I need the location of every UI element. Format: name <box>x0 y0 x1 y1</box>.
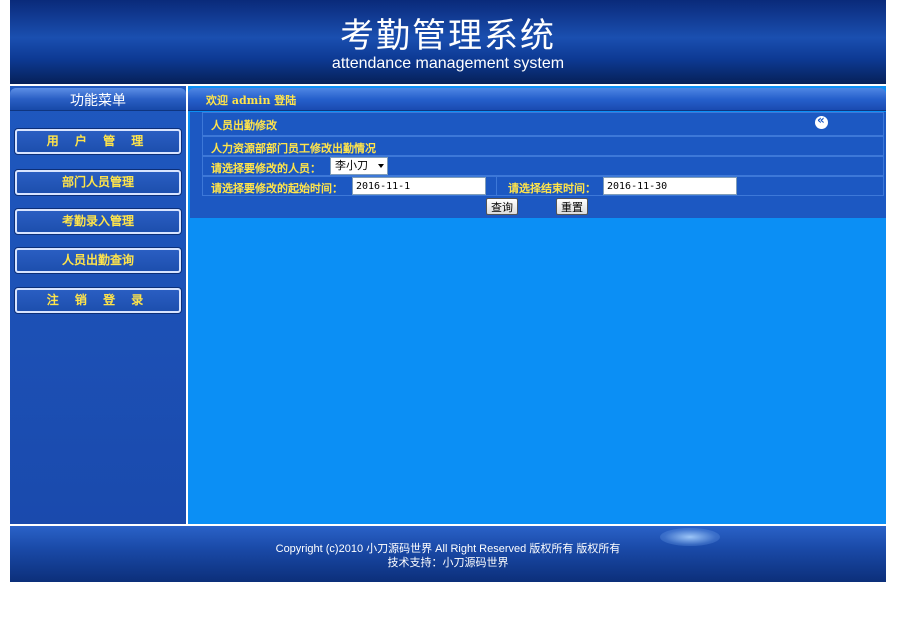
header-banner: 考勤管理系统 attendance management system <box>10 0 886 84</box>
menu-attendance-entry-button[interactable]: 考勤录入管理 <box>15 209 181 234</box>
form-title-row: 人员出勤修改 <box>202 112 884 136</box>
app-window: 考勤管理系统 attendance management system 功能菜单… <box>10 0 886 582</box>
person-select[interactable]: 李小刀 <box>330 157 388 175</box>
end-date-input[interactable] <box>603 177 737 195</box>
section-title: 人员出勤修改 <box>211 119 277 132</box>
sidebar-menu: 功能菜单 用 户 管 理 部门人员管理 考勤录入管理 人员出勤查询 注 销 登 … <box>10 86 186 524</box>
collapse-icon[interactable] <box>815 113 828 129</box>
start-date-input[interactable] <box>352 177 486 195</box>
footer-support: 技术支持：小刀源码世界 <box>387 557 509 569</box>
person-label: 请选择要修改的人员： <box>211 162 321 175</box>
menu-attendance-query-button[interactable]: 人员出勤查询 <box>15 248 181 273</box>
person-row: 请选择要修改的人员： 李小刀 <box>202 156 884 176</box>
footer: Copyright (c)2010 小刀源码世界 All Right Reser… <box>10 524 886 582</box>
system-subtitle: attendance management system <box>331 55 565 72</box>
start-date-label: 请选择要修改的起始时间： <box>211 182 343 195</box>
end-date-label: 请选择结束时间： <box>508 182 596 195</box>
system-title: 考勤管理系统 <box>340 16 556 56</box>
column-divider <box>496 177 497 195</box>
person-select-value: 李小刀 <box>335 159 368 172</box>
date-range-row: 请选择要修改的起始时间： 请选择结束时间： <box>202 176 884 196</box>
description-row: 人力资源部部门员工修改出勤情况 <box>202 136 884 156</box>
attendance-edit-form: 人员出勤修改 人力资源部部门员工修改出勤情况 请选择要修改的人员： 李小刀 请选… <box>190 112 886 218</box>
form-description: 人力资源部部门员工修改出勤情况 <box>211 142 376 155</box>
welcome-text: 欢迎 admin 登陆 <box>206 94 297 107</box>
chevron-down-icon <box>378 164 384 168</box>
menu-user-management-button[interactable]: 用 户 管 理 <box>15 129 181 154</box>
sidebar-title: 功能菜单 <box>70 93 126 109</box>
welcome-bar: 欢迎 admin 登陆 <box>188 88 886 111</box>
menu-department-staff-button[interactable]: 部门人员管理 <box>15 170 181 195</box>
main-content: 欢迎 admin 登陆 人员出勤修改 人力资源部部门员工修改出勤情况 请选择要修… <box>188 86 886 524</box>
query-button[interactable]: 查询 <box>486 198 518 215</box>
sidebar-header: 功能菜单 <box>10 88 186 111</box>
menu-logout-button[interactable]: 注 销 登 录 <box>15 288 181 313</box>
reset-button[interactable]: 重置 <box>556 198 588 215</box>
